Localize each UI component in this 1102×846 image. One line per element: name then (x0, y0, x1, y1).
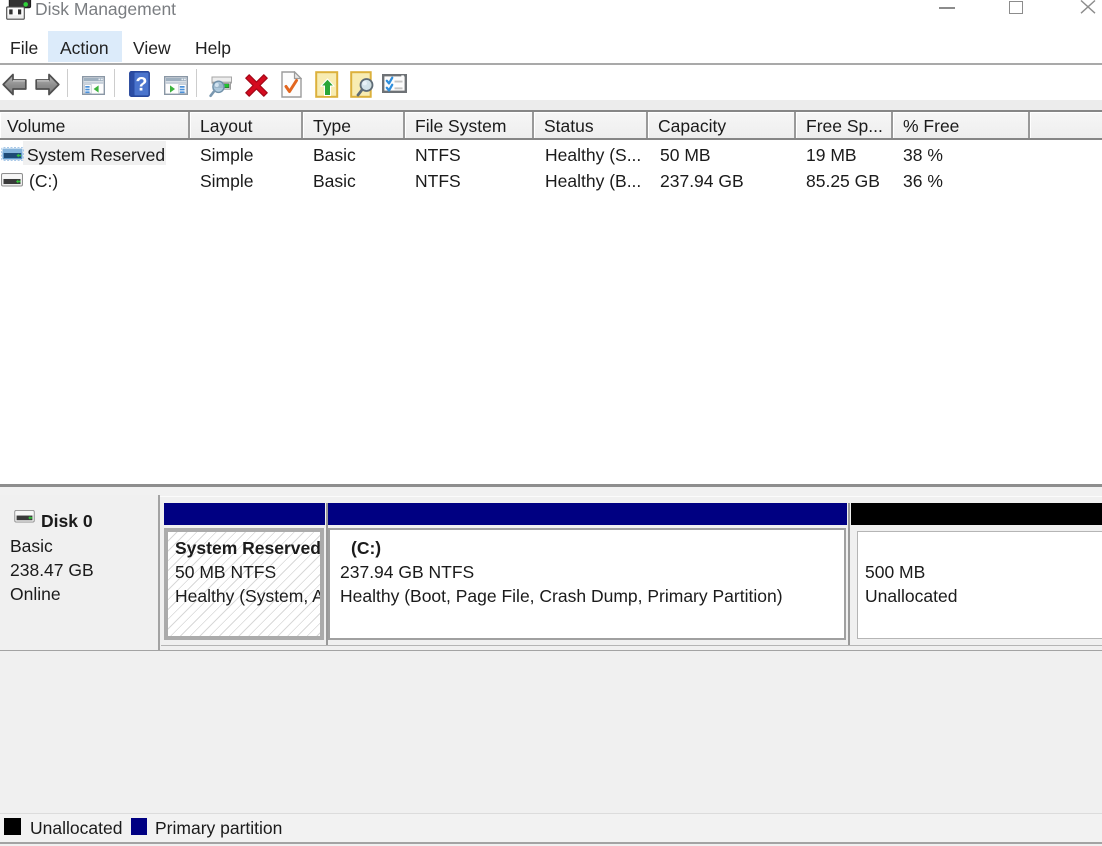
svg-text:?: ? (136, 73, 148, 95)
